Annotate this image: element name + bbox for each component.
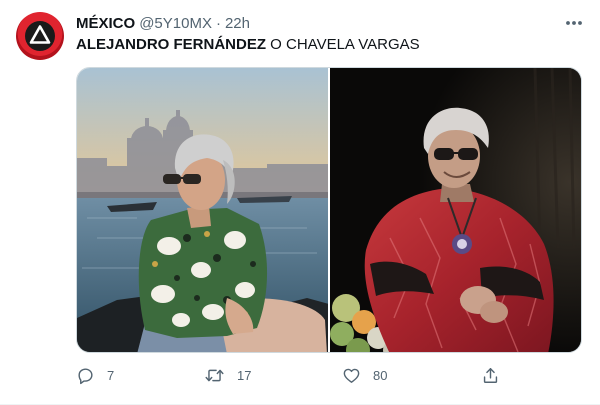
photo-woman-stage[interactable] xyxy=(329,68,581,352)
tweet-text: ALEJANDRO FERNÁNDEZ O CHAVELA VARGAS xyxy=(76,36,420,53)
triangle-mask-icon xyxy=(25,21,55,51)
more-options-button[interactable] xyxy=(562,12,586,34)
retweet-icon xyxy=(205,369,224,381)
photo-man-venice[interactable] xyxy=(77,68,328,352)
display-name[interactable]: MÉXICO xyxy=(76,15,135,32)
tweet-text-rest: O CHAVELA VARGAS xyxy=(266,36,420,53)
media-grid xyxy=(76,67,582,353)
share-button[interactable] xyxy=(481,362,500,388)
tweet[interactable]: MÉXICO @5Y10MX · 22h ALEJANDRO FERNÁNDEZ… xyxy=(0,0,600,405)
tweet-text-bold: ALEJANDRO FERNÁNDEZ xyxy=(76,36,267,53)
reply-count: 7 xyxy=(107,367,115,383)
tweet-actions: 7 17 80 xyxy=(76,362,516,388)
reply-icon xyxy=(78,367,93,384)
tweet-header: MÉXICO @5Y10MX · 22h xyxy=(76,12,584,34)
like-heart-icon xyxy=(343,368,360,383)
user-handle[interactable]: @5Y10MX xyxy=(139,15,212,32)
separator: · xyxy=(215,14,221,32)
timestamp[interactable]: 22h xyxy=(225,15,250,32)
retweet-button[interactable]: 17 xyxy=(204,362,251,388)
like-count: 80 xyxy=(373,367,388,383)
avatar[interactable] xyxy=(16,12,64,60)
retweet-count: 17 xyxy=(237,367,252,383)
like-button[interactable]: 80 xyxy=(342,362,387,388)
reply-button[interactable]: 7 xyxy=(76,362,114,388)
share-icon xyxy=(483,367,498,383)
more-horizontal-icon xyxy=(566,21,582,25)
